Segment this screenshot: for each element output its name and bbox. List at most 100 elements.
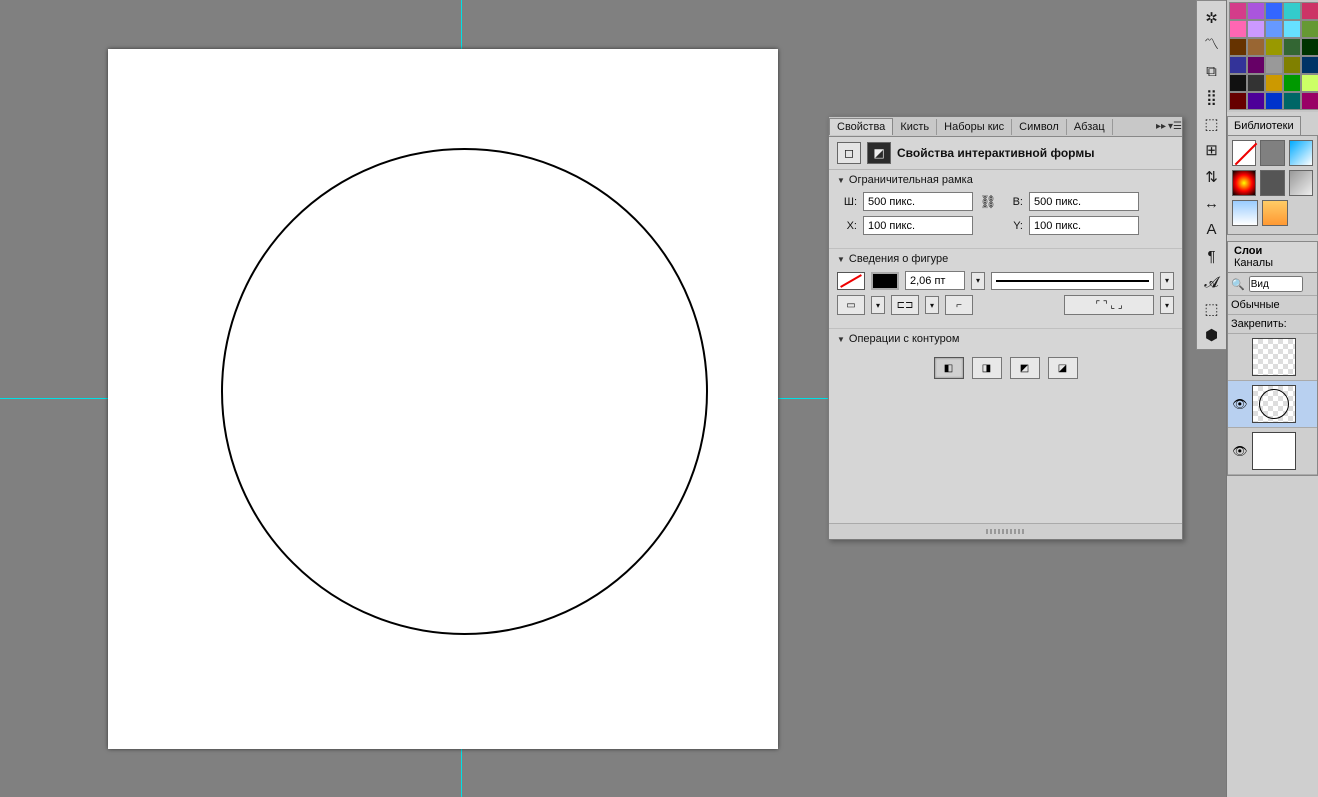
color-swatch[interactable] <box>1265 20 1283 38</box>
blend-mode-select[interactable]: Обычные <box>1231 299 1280 311</box>
layer-thumbnail[interactable] <box>1252 385 1296 423</box>
color-swatch[interactable] <box>1247 2 1265 20</box>
color-swatch[interactable] <box>1283 74 1301 92</box>
pathop-exclude-button[interactable]: ◪ <box>1048 357 1078 379</box>
panel-tab[interactable]: Кисть <box>893 119 937 135</box>
color-swatch[interactable] <box>1247 74 1265 92</box>
libraries-tab[interactable]: Библиотеки <box>1227 116 1301 135</box>
color-swatch[interactable] <box>1283 38 1301 56</box>
lib-sky-swatch[interactable] <box>1232 200 1258 226</box>
color-swatch[interactable] <box>1229 92 1247 110</box>
pathop-subtract-button[interactable]: ◨ <box>972 357 1002 379</box>
color-swatch[interactable] <box>1229 38 1247 56</box>
color-swatch[interactable] <box>1301 74 1318 92</box>
color-swatch[interactable] <box>1283 56 1301 74</box>
layer-thumbnail[interactable] <box>1252 432 1296 470</box>
link-wh-icon[interactable]: ⛓ <box>979 194 997 210</box>
panel-menu-icon[interactable]: ▾☰ <box>1168 121 1182 132</box>
panel-tab[interactable]: Символ <box>1012 119 1067 135</box>
color-swatch[interactable] <box>1265 74 1283 92</box>
section-pathops-header[interactable]: Операции с контуром <box>837 333 1174 345</box>
layer-row[interactable] <box>1228 334 1317 381</box>
tool-icon[interactable]: ⬚ <box>1199 113 1225 135</box>
ellipse-shape[interactable] <box>221 148 708 635</box>
stroke-style-preview[interactable] <box>991 272 1154 290</box>
stroke-caps-button[interactable]: ⊏⊐ <box>891 295 919 315</box>
color-swatch[interactable] <box>1247 38 1265 56</box>
lib-metal-swatch[interactable] <box>1289 170 1313 196</box>
color-swatch[interactable] <box>1265 38 1283 56</box>
canvas-document[interactable] <box>108 49 778 749</box>
color-swatch[interactable] <box>1283 92 1301 110</box>
tool-icon[interactable]: ✲ <box>1199 7 1225 29</box>
stroke-width-dropdown[interactable]: ▾ <box>971 272 985 290</box>
tool-icon[interactable]: 𝓐 <box>1199 272 1225 294</box>
panel-collapse-icon[interactable]: ▸▸ <box>1154 121 1168 132</box>
panel-tab[interactable]: Абзац <box>1067 119 1113 135</box>
color-swatch[interactable] <box>1301 2 1318 20</box>
panel-tab[interactable]: Наборы кис <box>937 119 1012 135</box>
layer-thumbnail[interactable] <box>1252 338 1296 376</box>
color-swatch[interactable] <box>1229 56 1247 74</box>
color-swatch[interactable] <box>1265 92 1283 110</box>
color-swatch[interactable] <box>1301 92 1318 110</box>
tool-icon[interactable]: ¶ <box>1199 245 1225 267</box>
lib-gray-swatch[interactable] <box>1260 140 1284 166</box>
visibility-toggle-icon[interactable]: 👁 <box>1232 444 1248 458</box>
stroke-align-button[interactable]: ▭ <box>837 295 865 315</box>
layer-row[interactable]: 👁 <box>1228 381 1317 428</box>
color-swatch[interactable] <box>1283 20 1301 38</box>
layer-row[interactable]: 👁 <box>1228 428 1317 475</box>
color-swatch[interactable] <box>1265 56 1283 74</box>
section-bounds-header[interactable]: Ограничительная рамка <box>837 174 1174 186</box>
lib-none-icon[interactable] <box>1232 140 1256 166</box>
tool-icon[interactable]: ⬚ <box>1199 298 1225 320</box>
tool-icon[interactable]: ⊞ <box>1199 139 1225 161</box>
lib-sunset-swatch[interactable] <box>1262 200 1288 226</box>
shape-mask-icon[interactable]: ◩ <box>867 142 891 164</box>
panel-resize-grip[interactable] <box>829 523 1182 539</box>
tool-icon[interactable]: 〽 <box>1199 33 1225 55</box>
color-swatch[interactable] <box>1301 38 1318 56</box>
pathop-intersect-button[interactable]: ◩ <box>1010 357 1040 379</box>
fill-swatch[interactable] <box>837 272 865 290</box>
color-swatch[interactable] <box>1229 2 1247 20</box>
stroke-style-dropdown[interactable]: ▾ <box>1160 272 1174 290</box>
color-swatch[interactable] <box>1301 56 1318 74</box>
color-swatch[interactable] <box>1265 2 1283 20</box>
color-swatch[interactable] <box>1247 56 1265 74</box>
visibility-toggle-icon[interactable]: 👁 <box>1232 397 1248 411</box>
x-input[interactable] <box>863 216 973 235</box>
lib-gradient-swatch[interactable] <box>1289 140 1313 166</box>
stroke-align-dropdown[interactable]: ▾ <box>871 296 885 314</box>
tool-icon[interactable]: ↔ <box>1199 192 1225 214</box>
swatches-panel[interactable] <box>1227 0 1318 112</box>
section-shape-header[interactable]: Сведения о фигуре <box>837 253 1174 265</box>
tool-icon[interactable]: ⧉ <box>1199 60 1225 82</box>
search-icon[interactable]: 🔍 <box>1231 278 1245 291</box>
lib-fire-swatch[interactable] <box>1232 170 1256 196</box>
color-swatch[interactable] <box>1229 74 1247 92</box>
pathop-unite-button[interactable]: ◧ <box>934 357 964 379</box>
corner-radius-dropdown[interactable]: ▾ <box>1160 296 1174 314</box>
lib-dark-swatch[interactable] <box>1260 170 1284 196</box>
panel-tab[interactable]: Свойства <box>829 118 893 135</box>
channels-tab[interactable]: Каналы <box>1234 257 1273 269</box>
stroke-caps-dropdown[interactable]: ▾ <box>925 296 939 314</box>
layers-tab[interactable]: Слои <box>1234 245 1262 257</box>
shape-bounds-icon[interactable]: ◻ <box>837 142 861 164</box>
tool-icon[interactable]: ⣿ <box>1199 86 1225 108</box>
color-swatch[interactable] <box>1283 2 1301 20</box>
stroke-swatch[interactable] <box>871 272 899 290</box>
tool-icon[interactable]: ⇅ <box>1199 166 1225 188</box>
layer-search-input[interactable] <box>1249 276 1303 292</box>
color-swatch[interactable] <box>1301 20 1318 38</box>
color-swatch[interactable] <box>1229 20 1247 38</box>
width-input[interactable] <box>863 192 973 211</box>
tool-icon[interactable]: ⬢ <box>1199 325 1225 347</box>
y-input[interactable] <box>1029 216 1139 235</box>
stroke-width-input[interactable] <box>905 271 965 290</box>
height-input[interactable] <box>1029 192 1139 211</box>
corner-radius-button[interactable]: ⌜ ⌝ ⌞ ⌟ <box>1064 295 1154 315</box>
stroke-corners-button[interactable]: ⌐ <box>945 295 973 315</box>
